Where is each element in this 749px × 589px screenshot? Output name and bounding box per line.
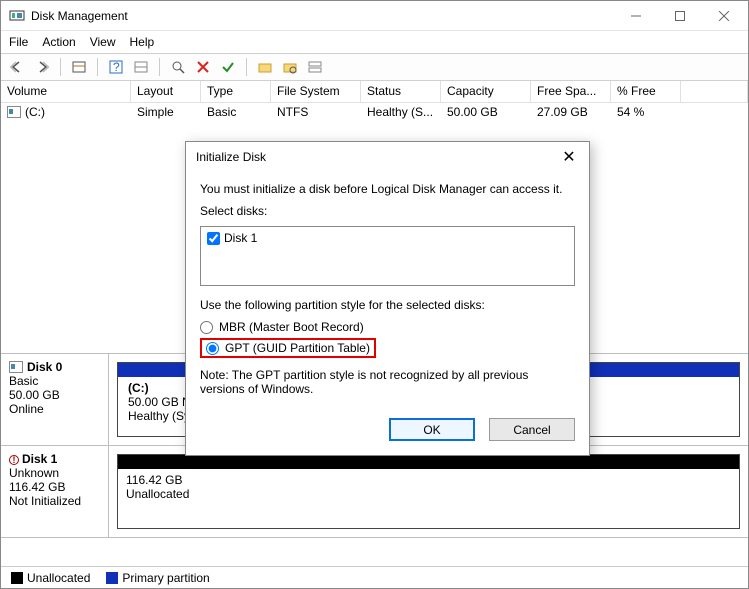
panel-icon[interactable]: [69, 57, 89, 77]
view1-icon[interactable]: [131, 57, 151, 77]
col-filesystem[interactable]: File System: [271, 81, 361, 102]
unalloc-header: [118, 455, 739, 469]
disk0-name: Disk 0: [27, 360, 62, 374]
vol-pfree: 54 %: [611, 103, 681, 123]
legend-unalloc: Unallocated: [27, 571, 90, 585]
gpt-label: GPT (GUID Partition Table): [225, 341, 370, 355]
dialog-note: Note: The GPT partition style is not rec…: [200, 368, 575, 396]
d1-part-info: 116.42 GB: [126, 473, 182, 487]
help-icon[interactable]: ?: [106, 57, 126, 77]
menu-bar: File Action View Help: [1, 31, 748, 53]
vol-type: Basic: [201, 103, 271, 123]
mbr-radio[interactable]: [200, 321, 213, 334]
partition-style-label: Use the following partition style for th…: [200, 298, 575, 312]
legend-primary: Primary partition: [122, 571, 209, 585]
disk1-checkbox-row[interactable]: Disk 1: [207, 231, 568, 245]
disk1-checkbox[interactable]: [207, 232, 220, 245]
col-status[interactable]: Status: [361, 81, 441, 102]
window-title: Disk Management: [31, 9, 614, 23]
layout-icon[interactable]: [305, 57, 325, 77]
disk1-name: Disk 1: [22, 452, 57, 466]
cancel-button[interactable]: Cancel: [489, 418, 575, 441]
folder-icon[interactable]: [255, 57, 275, 77]
vol-capacity: 50.00 GB: [441, 103, 531, 123]
disk0-state: Online: [9, 402, 100, 416]
col-pctfree[interactable]: % Free: [611, 81, 681, 102]
drive-icon: [7, 106, 21, 118]
menu-file[interactable]: File: [9, 35, 28, 49]
legend-unalloc-swatch: [11, 572, 23, 584]
col-type[interactable]: Type: [201, 81, 271, 102]
dialog-msg: You must initialize a disk before Logica…: [200, 182, 575, 196]
forward-icon[interactable]: [32, 57, 52, 77]
dialog-select-label: Select disks:: [200, 204, 575, 218]
disk1-row[interactable]: !Disk 1 Unknown 116.42 GB Not Initialize…: [1, 446, 748, 538]
toolbar: ?: [1, 53, 748, 81]
warning-icon: !: [9, 455, 19, 465]
legend-primary-swatch: [106, 572, 118, 584]
zoom-icon[interactable]: [168, 57, 188, 77]
vol-fs: NTFS: [271, 103, 361, 123]
svg-text:?: ?: [113, 60, 120, 74]
disk1-type: Unknown: [9, 466, 100, 480]
menu-action[interactable]: Action: [42, 35, 75, 49]
disk-icon: [9, 361, 23, 373]
disk0-type: Basic: [9, 374, 100, 388]
col-layout[interactable]: Layout: [131, 81, 201, 102]
gpt-radio[interactable]: [206, 342, 219, 355]
volume-list-header: Volume Layout Type File System Status Ca…: [1, 81, 748, 103]
col-capacity[interactable]: Capacity: [441, 81, 531, 102]
gpt-highlight: GPT (GUID Partition Table): [200, 338, 376, 358]
volume-name: (C:): [25, 105, 45, 119]
dialog-close-button[interactable]: ✕: [555, 147, 583, 167]
disk0-size: 50.00 GB: [9, 388, 100, 402]
disk-select-list[interactable]: Disk 1: [200, 226, 575, 286]
mbr-label: MBR (Master Boot Record): [219, 320, 364, 334]
dialog-title: Initialize Disk: [196, 150, 555, 164]
vol-layout: Simple: [131, 103, 201, 123]
legend: Unallocated Primary partition: [1, 566, 748, 588]
disk1-label: Disk 1: [224, 231, 257, 245]
menu-help[interactable]: Help: [130, 35, 155, 49]
minimize-button[interactable]: [614, 1, 658, 30]
disk1-size: 116.42 GB: [9, 480, 100, 494]
disk1-state: Not Initialized: [9, 494, 100, 508]
col-freespace[interactable]: Free Spa...: [531, 81, 611, 102]
check-icon[interactable]: [218, 57, 238, 77]
ok-button[interactable]: OK: [389, 418, 475, 441]
back-icon[interactable]: [7, 57, 27, 77]
mbr-radio-row[interactable]: MBR (Master Boot Record): [200, 320, 575, 334]
d1-part-status: Unallocated: [126, 487, 189, 501]
close-button[interactable]: [702, 1, 746, 30]
gpt-radio-row[interactable]: GPT (GUID Partition Table): [206, 341, 370, 355]
search-folder-icon[interactable]: [280, 57, 300, 77]
col-volume[interactable]: Volume: [1, 81, 131, 102]
volume-row[interactable]: (C:) Simple Basic NTFS Healthy (S... 50.…: [1, 103, 748, 123]
vol-free: 27.09 GB: [531, 103, 611, 123]
vol-status: Healthy (S...: [361, 103, 441, 123]
maximize-button[interactable]: [658, 1, 702, 30]
menu-view[interactable]: View: [90, 35, 116, 49]
initialize-disk-dialog: Initialize Disk ✕ You must initialize a …: [185, 141, 590, 456]
delete-icon[interactable]: [193, 57, 213, 77]
app-icon: [9, 8, 25, 24]
d0-part-name: (C:): [128, 381, 149, 395]
